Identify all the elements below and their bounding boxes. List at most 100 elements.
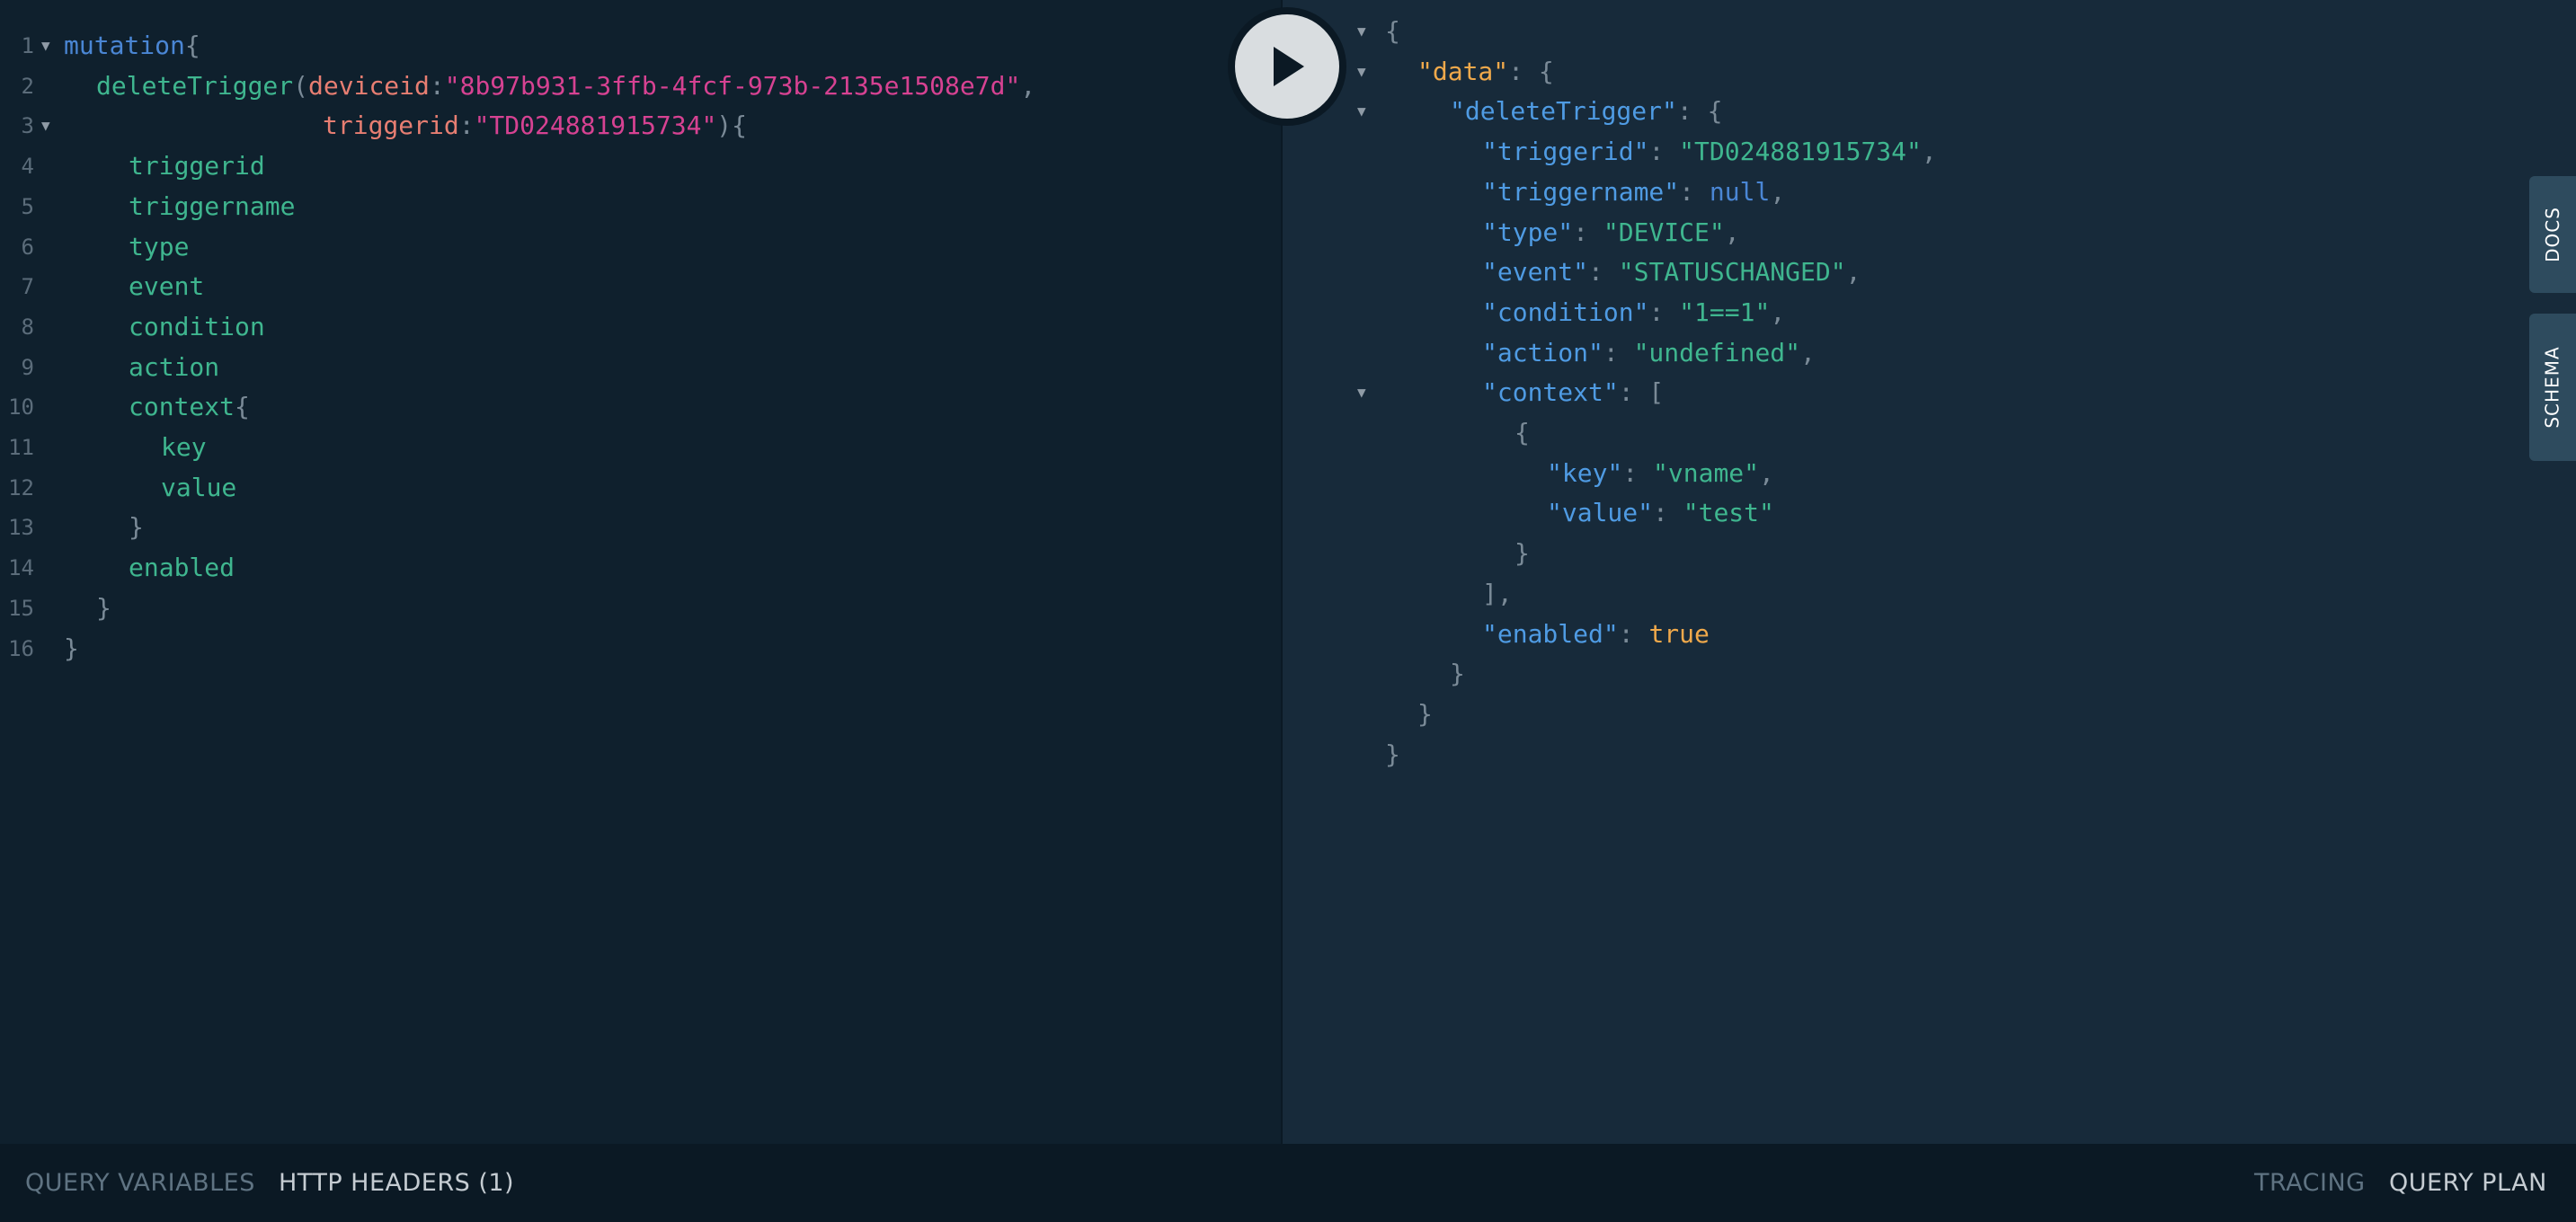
code-text: "triggername": null, (1482, 173, 1785, 212)
fold-caret-icon[interactable]: ▼ (1357, 373, 1366, 412)
footer-bar: QUERY VARIABLES HTTP HEADERS (1) TRACING… (0, 1144, 2576, 1222)
line-number: 12 (8, 474, 34, 500)
code-token: : (1648, 297, 1680, 327)
line-number: 10 (8, 394, 34, 421)
code-text: { (1385, 12, 1400, 51)
result-line: } (1283, 654, 2523, 694)
result-line: "action": "undefined", (1283, 333, 2523, 373)
play-icon (1274, 47, 1304, 86)
code-token: true (1648, 618, 1710, 649)
code-token: : (429, 70, 445, 101)
code-token: type (129, 231, 190, 261)
line-number: 7 (21, 274, 34, 300)
code-text: "enabled": true (1482, 615, 1710, 654)
fold-caret-icon[interactable]: ▼ (1357, 12, 1366, 51)
code-token: deviceid (308, 70, 430, 101)
code-token: } (1515, 538, 1530, 569)
code-token: { (1385, 16, 1400, 46)
code-token: { (184, 31, 200, 60)
code-token: mutation (64, 31, 185, 60)
code-text: "deleteTrigger": { (1450, 92, 1722, 131)
http-headers-tab[interactable]: HTTP HEADERS (1) (279, 1144, 514, 1222)
code-text: triggername (129, 187, 295, 226)
query-variables-tab[interactable]: QUERY VARIABLES (25, 1144, 255, 1222)
code-token: } (96, 592, 111, 623)
code-token: , (1759, 457, 1774, 488)
docs-tab[interactable]: DOCS (2529, 176, 2576, 293)
code-text: { (1515, 413, 1530, 453)
query-line: 8 condition (0, 307, 1276, 347)
code-token: enabled (129, 553, 235, 583)
query-line: 9 action (0, 348, 1276, 387)
query-plan-tab[interactable]: QUERY PLAN (2389, 1144, 2547, 1222)
code-token: : (1603, 337, 1634, 367)
result-viewer: ▼{▼ "data": {▼ "deleteTrigger": {"triggeri… (1283, 0, 2576, 1144)
fold-caret-icon[interactable]: ▼ (41, 106, 50, 146)
fold-caret-icon[interactable]: ▼ (1357, 52, 1366, 92)
query-editor[interactable]: 1 ▼ mutation{2 deleteTrigger(deviceid:"8b97… (0, 0, 1283, 1144)
code-token: , (1724, 217, 1740, 247)
run-button-face[interactable] (1235, 14, 1339, 119)
code-token: : (458, 111, 475, 141)
code-token: key (161, 432, 207, 462)
code-token: "triggername" (1482, 176, 1680, 207)
code-token: : [ (1618, 377, 1665, 408)
result-line: ], (1283, 574, 2523, 614)
code-token: } (1450, 659, 1465, 689)
query-line: 2 deleteTrigger(deviceid:"8b97b931-3ffb-4… (0, 66, 1276, 106)
run-query-button[interactable] (1228, 7, 1346, 126)
code-token: "triggerid" (1482, 137, 1649, 167)
code-token: "condition" (1482, 297, 1649, 327)
code-token: : (1618, 618, 1649, 649)
fold-caret-icon[interactable]: ▼ (41, 26, 50, 66)
result-line: { (1283, 413, 2523, 453)
code-text: } (1515, 534, 1530, 573)
code-token: condition (129, 311, 265, 341)
query-line: 16} (0, 629, 1276, 669)
code-token: event (129, 271, 205, 302)
query-line: 10 context{ (0, 387, 1276, 427)
tracing-tab[interactable]: TRACING (2254, 1144, 2366, 1222)
code-token: , (1845, 257, 1861, 288)
code-token: ( (293, 70, 309, 101)
result-line: "value": "test" (1283, 493, 2523, 533)
query-line: 6 type (0, 227, 1276, 267)
code-token: } (64, 633, 79, 663)
code-token: : (1588, 257, 1619, 288)
result-line: "condition": "1==1", (1283, 293, 2523, 332)
result-line: } (1283, 735, 2523, 775)
query-line: 13} (0, 508, 1276, 547)
code-token: ){ (716, 111, 748, 141)
code-text: ], (1482, 574, 1513, 614)
code-token: "1==1" (1679, 297, 1771, 327)
result-line: "enabled": true (1283, 615, 2523, 654)
result-line: "triggername": null, (1283, 173, 2523, 212)
fold-caret-icon[interactable]: ▼ (1357, 92, 1366, 131)
schema-tab[interactable]: SCHEMA (2529, 314, 2576, 461)
result-line: "triggerid": "TD024881915734", (1283, 132, 2523, 172)
line-number: 2 (21, 73, 34, 99)
code-text: condition (129, 307, 265, 347)
query-line: 5 triggername (0, 187, 1276, 226)
code-text: "value": "test" (1547, 493, 1774, 533)
code-text: "key": "vname", (1547, 454, 1774, 493)
code-token: "DEVICE" (1603, 217, 1725, 247)
query-line: 4 triggerid (0, 146, 1276, 186)
code-text: key (161, 428, 207, 467)
code-token: "context" (1482, 377, 1619, 408)
code-token: : (1622, 457, 1654, 488)
line-number: 9 (21, 354, 34, 380)
code-token: : (1573, 217, 1603, 247)
line-number: 4 (21, 154, 34, 180)
line-number: 6 (21, 234, 34, 260)
code-token: : { (1508, 56, 1554, 86)
code-text: triggerid:"TD024881915734"){ (323, 106, 747, 146)
code-token: value (161, 472, 237, 502)
code-token: "test" (1683, 498, 1774, 528)
code-token: "vname" (1653, 457, 1760, 488)
line-number: 3 (21, 113, 34, 139)
line-number: 5 (21, 193, 34, 219)
code-token: triggerid (129, 151, 265, 182)
code-text: } (64, 629, 79, 669)
code-token: : (1648, 137, 1680, 167)
